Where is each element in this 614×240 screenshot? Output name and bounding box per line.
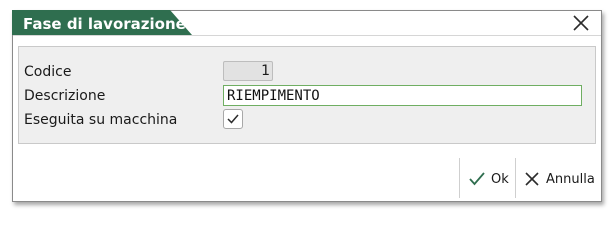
code-label: Codice [24, 64, 72, 80]
machine-label: Eseguita su macchina [24, 112, 178, 128]
footer-separator [515, 158, 516, 198]
form-panel: Codice 1 Descrizione Eseguita su macchin… [18, 46, 596, 144]
cancel-icon [525, 172, 539, 186]
close-icon [573, 15, 589, 31]
checkmark-icon [227, 114, 239, 124]
description-label: Descrizione [24, 88, 106, 104]
cancel-button[interactable]: Annulla [523, 165, 595, 193]
machine-checkbox[interactable] [223, 109, 243, 129]
check-icon [469, 172, 485, 186]
code-field: 1 [223, 61, 273, 81]
description-input[interactable] [223, 85, 582, 106]
dialog-title: Fase di lavorazione [23, 15, 186, 33]
cancel-label: Annulla [546, 171, 595, 187]
title-bar: Fase di lavorazione [12, 10, 601, 36]
close-button[interactable] [571, 13, 591, 33]
footer-separator [459, 158, 460, 198]
ok-label: Ok [491, 171, 509, 187]
ok-button[interactable]: Ok [468, 165, 509, 193]
dialog: Fase di lavorazione Codice 1 Descrizione… [12, 10, 602, 202]
code-value: 1 [261, 63, 270, 79]
